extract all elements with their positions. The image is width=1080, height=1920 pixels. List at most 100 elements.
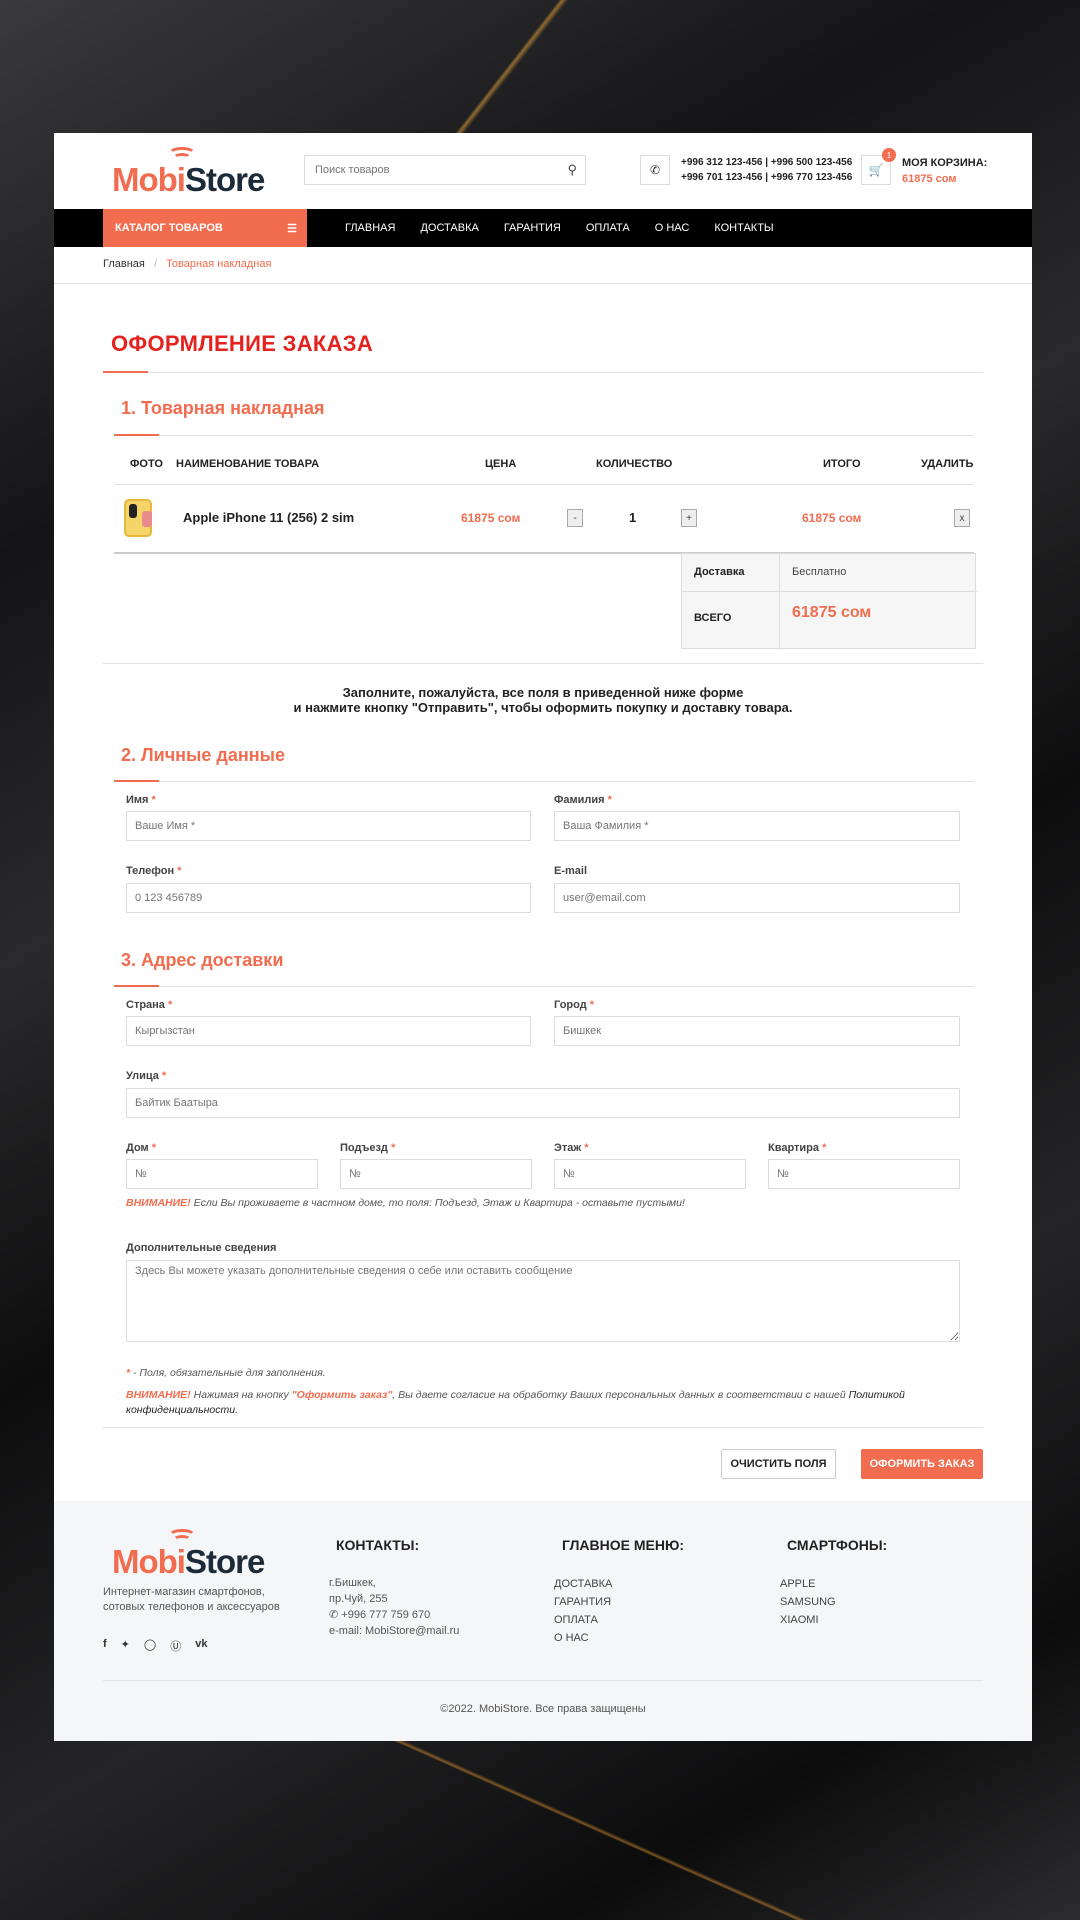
list-icon: ☰ [287, 222, 297, 235]
house-label: Дом * [126, 1142, 157, 1154]
product-name[interactable]: Apple iPhone 11 (256) 2 sim [183, 510, 354, 525]
delivery-value: Бесплатно [792, 566, 847, 578]
divider [114, 986, 974, 987]
cart-badge: 1 [882, 148, 896, 162]
section-underline [114, 434, 159, 436]
footer-description: Интернет-магазин смартфонов, сотовых теле… [103, 1586, 280, 1613]
title-underline [103, 371, 148, 373]
extra-info-label: Дополнительные сведения [126, 1242, 277, 1254]
logo-store-text: Store [184, 161, 265, 198]
country-field[interactable] [126, 1016, 531, 1046]
city-label: Город * [554, 999, 595, 1011]
order-totals: Доставка Бесплатно ВСЕГО 61875 сом [681, 553, 977, 650]
qty-increase-button[interactable]: + [681, 509, 697, 527]
section-title-invoice: 1. Товарная накладная [121, 398, 325, 418]
phones-line-2: +996 701 123-456 | +996 770 123-456 [681, 172, 853, 183]
flat-field[interactable] [768, 1159, 960, 1189]
footer-brand-item[interactable]: APPLE [780, 1575, 836, 1593]
grand-total-value: 61875 сом [792, 604, 872, 621]
twitter-icon[interactable]: ✦ [121, 1638, 130, 1654]
privacy-link-cont[interactable]: конфиденциальности. [126, 1404, 238, 1416]
col-photo: ФОТО [130, 458, 163, 470]
cart-icon: 🛒 [868, 163, 884, 177]
place-order-button[interactable]: ОФОРМИТЬ ЗАКАЗ [861, 1449, 983, 1479]
qty-decrease-button[interactable]: - [567, 509, 583, 527]
last-name-field[interactable] [554, 811, 960, 841]
country-label: Страна * [126, 999, 173, 1011]
footer-menu-item[interactable]: ДОСТАВКА [554, 1575, 612, 1593]
section-title-personal: 2. Личные данные [121, 745, 285, 765]
logo[interactable]: Mobi Store [112, 147, 265, 199]
breadcrumb-current: Товарная накладная [166, 258, 272, 270]
col-name: НАИМЕНОВАНИЕ ТОВАРА [176, 458, 320, 470]
divider [114, 435, 974, 436]
divider [103, 372, 983, 373]
privacy-link[interactable]: Политикой [849, 1389, 905, 1401]
street-label: Улица * [126, 1070, 167, 1082]
divider [54, 283, 1032, 284]
search-input[interactable] [305, 164, 545, 176]
breadcrumb-separator: / [153, 258, 157, 270]
footer-logo[interactable]: Mobi Store [112, 1529, 265, 1581]
notice-line-2: и нажмите кнопку "Отправить", чтобы офор… [293, 700, 793, 715]
footer-menu-item[interactable]: О НАС [554, 1629, 612, 1647]
city-field[interactable] [554, 1016, 960, 1046]
copyright: ©2022. MobiStore. Все права защищены [440, 1703, 646, 1715]
catalog-button[interactable]: КАТАЛОГ ТОВАРОВ ☰ [103, 209, 307, 247]
grand-total-label: ВСЕГО [694, 612, 732, 624]
footer: Mobi Store Интернет-магазин смартфонов, со… [54, 1501, 1032, 1741]
delivery-label: Доставка [694, 566, 745, 578]
footer-menu: ДОСТАВКА ГАРАНТИЯ ОПЛАТА О НАС [554, 1575, 612, 1647]
first-name-field[interactable] [126, 811, 531, 841]
nav-contacts[interactable]: КОНТАКТЫ [714, 222, 773, 234]
name-label: Имя * [126, 794, 156, 806]
instagram-icon[interactable]: ◯ [144, 1638, 156, 1654]
product-price: 61875 сом [461, 511, 521, 525]
breadcrumb-home[interactable]: Главная [103, 258, 145, 270]
page-title: ОФОРМЛЕНИЕ ЗАКАЗА [111, 331, 374, 356]
col-qty: КОЛИЧЕСТВО [596, 458, 673, 470]
qty-value[interactable]: 1 [629, 510, 636, 525]
surname-label: Фамилия * [554, 794, 612, 806]
footer-menu-item[interactable]: ГАРАНТИЯ [554, 1593, 612, 1611]
breadcrumb: Главная / Товарная накладная [103, 258, 271, 270]
flat-label: Квартира * [768, 1142, 827, 1154]
email-label: E-mail [554, 865, 588, 877]
email-field[interactable] [554, 883, 960, 913]
floor-field[interactable] [554, 1159, 746, 1189]
nav-delivery[interactable]: ДОСТАВКА [420, 222, 478, 234]
entrance-field[interactable] [340, 1159, 532, 1189]
cart-total: 61875 сом [902, 173, 957, 185]
pinterest-icon[interactable]: Ⓤ [170, 1638, 181, 1654]
entrance-label: Подъезд * [340, 1142, 396, 1154]
street-field[interactable] [126, 1088, 960, 1118]
phone-field[interactable] [126, 883, 531, 913]
clear-fields-button[interactable]: ОЧИСТИТЬ ПОЛЯ [721, 1449, 836, 1479]
main-nav: КАТАЛОГ ТОВАРОВ ☰ ГЛАВНАЯ ДОСТАВКА ГАРАН… [54, 209, 1032, 247]
nav-home[interactable]: ГЛАВНАЯ [345, 222, 395, 234]
footer-menu-item[interactable]: ОПЛАТА [554, 1611, 612, 1629]
cart-summary[interactable]: МОЯ КОРЗИНА: 61875 сом [902, 155, 987, 187]
footer-menu-title: ГЛАВНОЕ МЕНЮ: [562, 1537, 685, 1553]
col-total: ИТОГО [823, 458, 861, 470]
footer-brand-item[interactable]: SAMSUNG [780, 1593, 836, 1611]
phone-icon: ✆ [640, 155, 670, 185]
footer-brand-item[interactable]: XIAOMI [780, 1611, 836, 1629]
facebook-icon[interactable]: f [103, 1638, 107, 1654]
logo-mobi-text: Mobi [112, 161, 186, 198]
nav-payment[interactable]: ОПЛАТА [586, 222, 630, 234]
footer-contacts-title: КОНТАКТЫ: [336, 1537, 420, 1553]
product-image[interactable] [124, 499, 152, 537]
search-icon[interactable]: ⚲ [567, 162, 577, 178]
extra-info-textarea[interactable] [126, 1260, 960, 1342]
nav-about[interactable]: О НАС [655, 222, 690, 234]
private-house-warning: ВНИМАНИЕ! Если Вы проживаете в частном д… [126, 1197, 685, 1209]
header-phones: +996 312 123-456 | +996 500 123-456 +996… [681, 155, 852, 185]
catalog-label: КАТАЛОГ ТОВАРОВ [115, 222, 223, 234]
vk-icon[interactable]: vk [195, 1638, 207, 1654]
nav-warranty[interactable]: ГАРАНТИЯ [504, 222, 561, 234]
house-field[interactable] [126, 1159, 318, 1189]
remove-item-button[interactable]: x [954, 509, 970, 527]
cart-button[interactable]: 🛒 1 [861, 148, 896, 185]
page-container: MobiStore ⚲ ✆ +996 312 123-456 | +996 50… [54, 133, 1032, 1741]
